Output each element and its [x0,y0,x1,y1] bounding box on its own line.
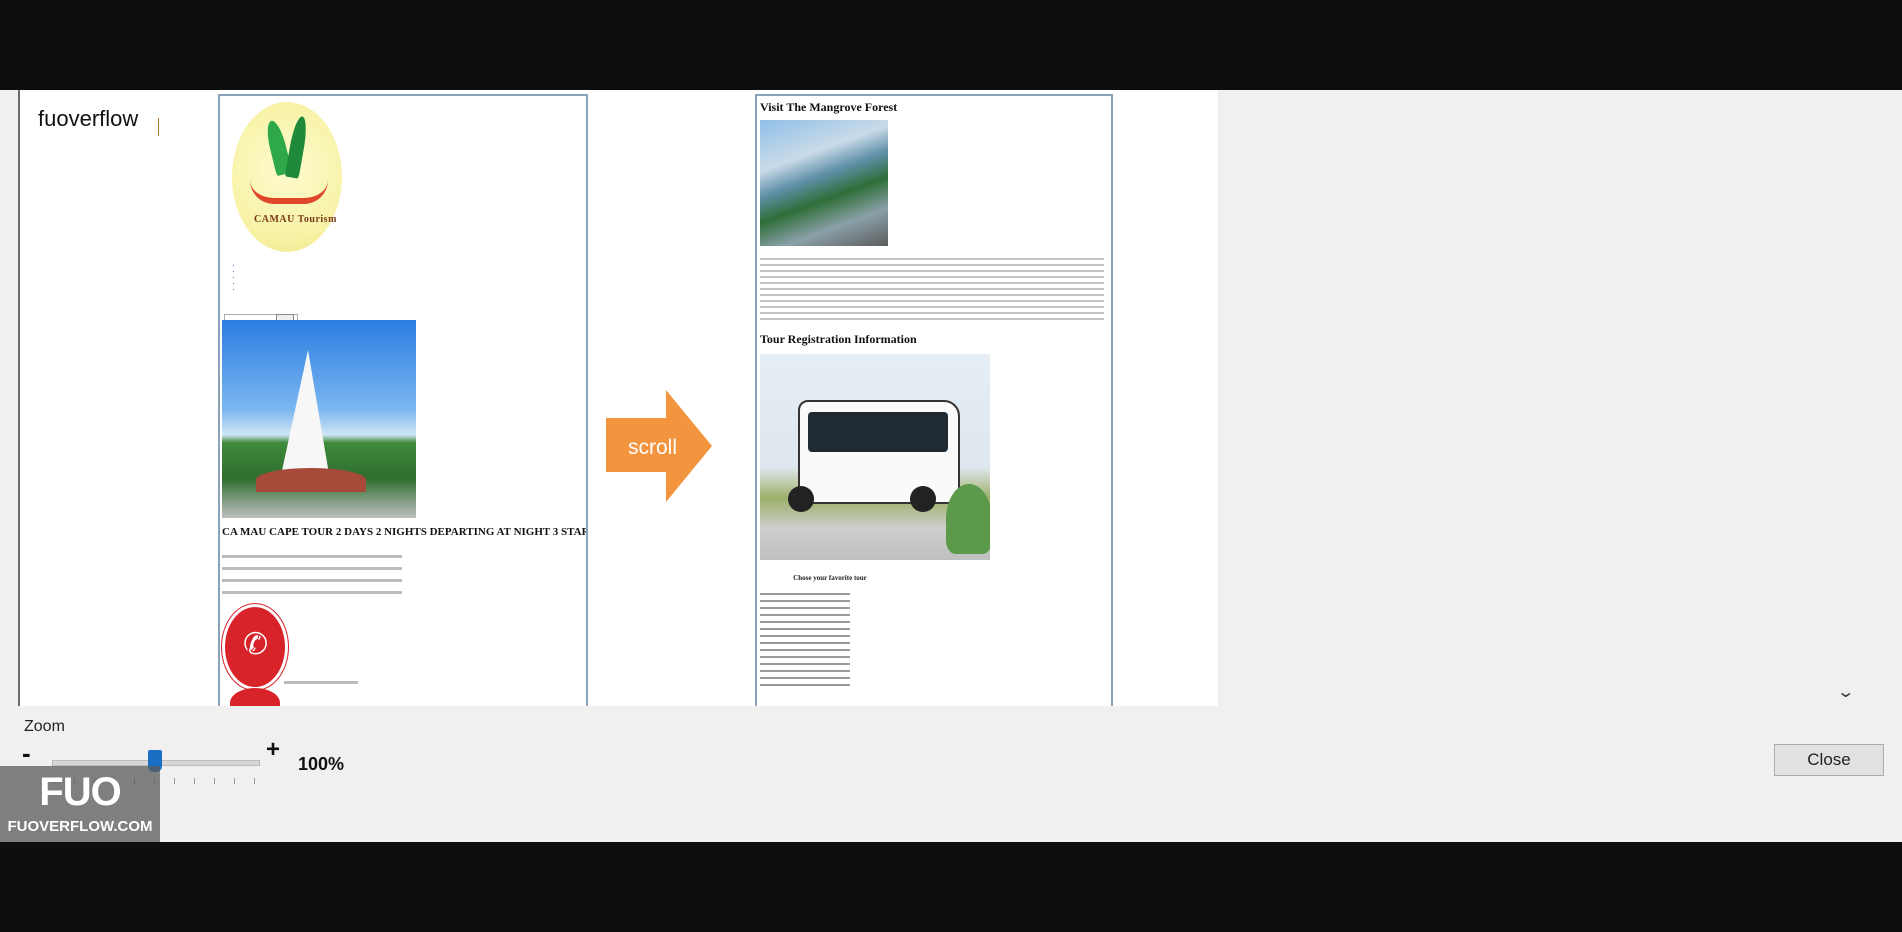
letterbox-bottom [0,842,1902,932]
webpage-screenshot-left: CAMAU Tourism CA MAU CAPE TOUR 2 DAYS 2 … [218,94,588,706]
phone-icon: ✆ [222,604,288,690]
tree [946,484,990,554]
registration-form-lines [760,588,850,691]
image-viewer-window: CAMAU Tourism CA MAU CAPE TOUR 2 DAYS 2 … [0,90,1902,842]
vertical-scrollbar[interactable]: ⌄ [1832,90,1858,706]
form-title: Chose your favorite tour [793,574,867,582]
viewport-empty-area [1218,90,1858,706]
tour-bus-photo [760,354,990,560]
source-label: fuoverflow [30,104,147,134]
bus [798,400,960,504]
zoom-in-button[interactable]: + [266,736,280,764]
fuoverflow-watermark: FUO FUOVERFLOW.COM [0,766,160,842]
logo-swoosh [250,180,328,204]
image-canvas: CAMAU Tourism CA MAU CAPE TOUR 2 DAYS 2 … [40,90,1218,706]
hotline-text [284,681,358,684]
registration-title: Tour Registration Information [760,332,917,346]
text-caret [158,118,159,136]
bus-wheel [788,486,814,512]
watermark-logo: FUO [39,770,121,814]
mangrove-photo [760,120,888,246]
bus-wheel [910,486,936,512]
zoom-value: 100% [298,754,345,774]
phone-icon [230,688,280,706]
zoom-out-button[interactable]: - [22,738,31,769]
zoom-label: Zoom [24,718,65,735]
monument-base [256,468,366,492]
watermark-text: FUOVERFLOW.COM [7,818,153,835]
mangrove-title: Visit The Mangrove Forest [760,100,898,114]
close-button[interactable]: Close [1774,744,1884,776]
tour-heading: CA MAU CAPE TOUR 2 DAYS 2 NIGHTS DEPARTI… [222,526,588,538]
mangrove-paragraph-lines [760,254,1104,324]
camau-tourism-logo: CAMAU Tourism [232,102,342,252]
phone-glyph: ✆ [243,628,269,661]
letterbox-top [0,0,1902,90]
page-nav-list [234,264,243,294]
arrow-label: scroll [628,436,678,459]
logo-leaf [284,115,310,179]
monument [280,350,330,480]
webpage-screenshot-right: Visit The Mangrove Forest Tour Registrat… [755,94,1113,706]
logo-text: CAMAU Tourism [254,214,337,225]
cape-monument-photo [222,320,416,518]
chevron-down-icon[interactable]: ⌄ [1836,682,1855,702]
scroll-arrow: scroll [606,390,716,502]
tour-description-lines [222,546,402,603]
bus-window [808,412,948,452]
nav-item [242,288,243,294]
image-viewport[interactable]: CAMAU Tourism CA MAU CAPE TOUR 2 DAYS 2 … [18,90,1858,706]
